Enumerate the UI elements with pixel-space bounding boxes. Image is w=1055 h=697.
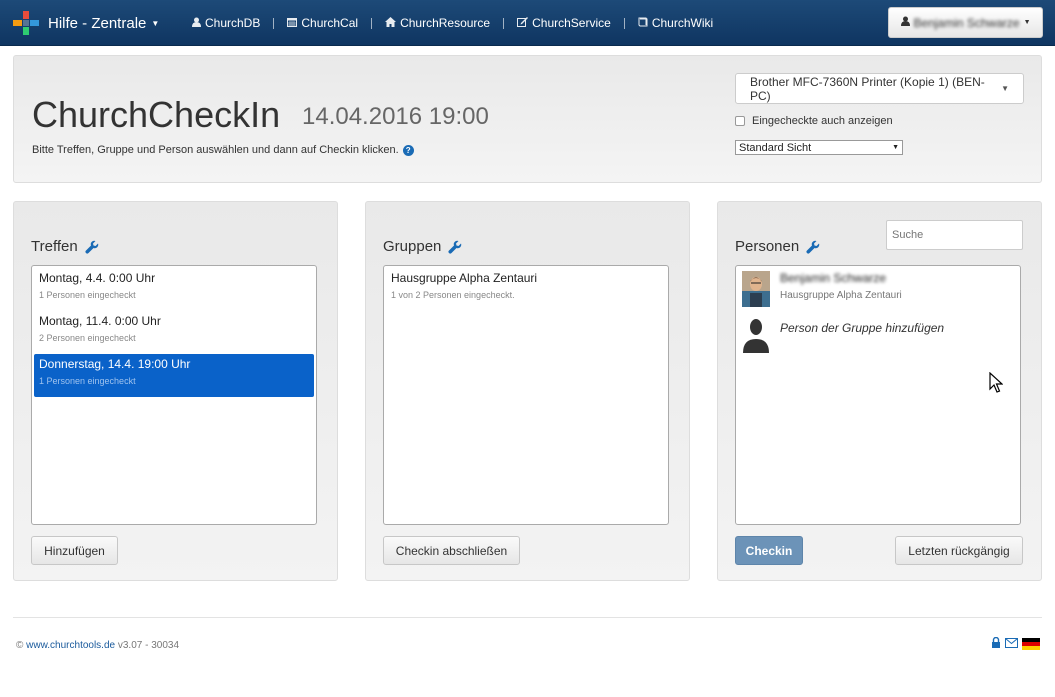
footer-divider (13, 617, 1042, 618)
brand-label: Hilfe - Zentrale (48, 14, 147, 32)
add-treffen-button[interactable]: Hinzufügen (31, 536, 118, 565)
undo-last-button[interactable]: Letzten rückgängig (895, 536, 1023, 565)
copyright-symbol: © (16, 640, 24, 651)
nav-divider (623, 17, 625, 29)
treffen-item[interactable]: Montag, 11.4. 0:00 Uhr 2 Personen eingec… (34, 311, 314, 354)
treffen-item-count: 1 Personen eingecheckt (39, 376, 136, 386)
gruppen-panel: Gruppen Hausgruppe Alpha Zentauri 1 von … (365, 201, 690, 581)
treffen-item-count: 1 Personen eingecheckt (39, 290, 136, 300)
nav-churchdb-label: ChurchDB (205, 16, 261, 30)
nav-divider (273, 17, 275, 29)
wrench-icon[interactable] (806, 240, 820, 254)
view-value: Standard Sicht (739, 141, 812, 154)
version-text: v3.07 - 30034 (117, 640, 180, 651)
gruppen-item[interactable]: Hausgruppe Alpha Zentauri 1 von 2 Person… (386, 268, 666, 311)
page-title: ChurchCheckIn (32, 94, 281, 135)
user-name: Benjamin Schwarze (913, 15, 1020, 30)
brand-menu[interactable]: Hilfe - Zentrale ▼ (12, 10, 159, 36)
person-group: Hausgruppe Alpha Zentauri (780, 290, 902, 301)
treffen-list: Montag, 4.4. 0:00 Uhr 1 Personen eingech… (31, 265, 317, 525)
nav-churchwiki-label: ChurchWiki (651, 16, 714, 30)
nav-churchservice[interactable]: ChurchService (511, 16, 617, 30)
person-search-input[interactable] (886, 220, 1023, 250)
mouse-cursor-icon (989, 371, 1004, 397)
header-panel: ChurchCheckIn 14.04.2016 19:00 Bitte Tre… (13, 55, 1042, 183)
home-icon (385, 16, 397, 30)
gruppen-header: Gruppen (383, 238, 462, 255)
gruppen-title: Gruppen (383, 238, 442, 255)
calendar-icon (287, 17, 298, 30)
show-checked-option: Eingecheckte auch anzeigen (735, 115, 893, 127)
person-item[interactable]: Benjamin Schwarze Hausgruppe Alpha Zenta… (738, 268, 1018, 314)
printer-select[interactable]: Brother MFC-7360N Printer (Kopie 1) (BEN… (735, 73, 1024, 104)
treffen-item-label: Montag, 11.4. 0:00 Uhr (39, 314, 161, 328)
churchtools-link[interactable]: www.churchtools.de (26, 640, 115, 651)
treffen-item-selected[interactable]: Donnerstag, 14.4. 19:00 Uhr 1 Personen e… (34, 354, 314, 397)
nav-divider (371, 17, 373, 29)
german-flag-icon[interactable] (1022, 638, 1040, 650)
top-navbar: Hilfe - Zentrale ▼ ChurchDB ChurchCal Ch… (0, 0, 1055, 46)
add-person-item[interactable]: Person der Gruppe hinzufügen (738, 314, 1018, 360)
user-icon (192, 17, 201, 30)
treffen-title: Treffen (31, 238, 78, 255)
personen-header: Personen (735, 238, 820, 255)
instructions-text: Bitte Treffen, Gruppe und Person auswähl… (32, 144, 399, 156)
person-name: Benjamin Schwarze (780, 271, 887, 285)
nav-churchservice-label: ChurchService (532, 16, 611, 30)
instructions: Bitte Treffen, Gruppe und Person auswähl… (32, 144, 414, 156)
chevron-down-icon: ▼ (151, 18, 160, 28)
checkin-button[interactable]: Checkin (735, 536, 803, 565)
churchtools-logo-icon (13, 11, 39, 35)
user-icon (900, 16, 910, 29)
wrench-icon[interactable] (85, 240, 99, 254)
lock-icon[interactable] (991, 636, 1001, 651)
mail-icon[interactable] (1005, 637, 1018, 651)
book-icon (638, 17, 648, 30)
avatar (742, 271, 770, 307)
show-checked-label: Eingecheckte auch anzeigen (752, 115, 893, 127)
nav-churchdb[interactable]: ChurchDB (186, 16, 266, 30)
personen-list: Benjamin Schwarze Hausgruppe Alpha Zenta… (735, 265, 1021, 525)
footer-actions (991, 636, 1040, 651)
chevron-down-icon: ▼ (892, 144, 899, 151)
treffen-item[interactable]: Montag, 4.4. 0:00 Uhr 1 Personen eingech… (34, 268, 314, 311)
chevron-down-icon: ▼ (1023, 19, 1031, 26)
treffen-item-label: Montag, 4.4. 0:00 Uhr (39, 271, 156, 285)
user-menu-button[interactable]: Benjamin Schwarze ▼ (888, 7, 1043, 38)
add-person-label: Person der Gruppe hinzufügen (780, 321, 945, 335)
module-nav: ChurchDB ChurchCal ChurchResource Church… (186, 0, 719, 46)
edit-icon (517, 16, 529, 30)
footer-info: © www.churchtools.de v3.07 - 30034 (16, 640, 179, 651)
show-checked-checkbox[interactable] (735, 116, 745, 126)
printer-value: Brother MFC-7360N Printer (Kopie 1) (BEN… (750, 74, 985, 103)
page-date: 14.04.2016 19:00 (302, 103, 489, 130)
nav-churchcal-label: ChurchCal (301, 16, 359, 30)
treffen-item-label: Donnerstag, 14.4. 19:00 Uhr (39, 357, 191, 371)
chevron-down-icon: ▼ (1001, 84, 1009, 93)
person-silhouette-icon (742, 317, 770, 353)
help-icon[interactable]: ? (402, 144, 414, 156)
nav-divider (503, 17, 505, 29)
wrench-icon[interactable] (448, 240, 462, 254)
nav-churchresource-label: ChurchResource (400, 16, 491, 30)
nav-churchresource[interactable]: ChurchResource (379, 16, 496, 30)
gruppen-item-count: 1 von 2 Personen eingecheckt. (391, 290, 515, 300)
nav-churchcal[interactable]: ChurchCal (281, 16, 364, 30)
treffen-panel: Treffen Montag, 4.4. 0:00 Uhr 1 Personen… (13, 201, 338, 581)
gruppen-item-label: Hausgruppe Alpha Zentauri (391, 271, 538, 285)
view-select[interactable]: Standard Sicht ▼ (735, 140, 903, 155)
finish-checkin-button[interactable]: Checkin abschließen (383, 536, 520, 565)
gruppen-list: Hausgruppe Alpha Zentauri 1 von 2 Person… (383, 265, 669, 525)
nav-churchwiki[interactable]: ChurchWiki (632, 16, 719, 30)
personen-title: Personen (735, 238, 800, 255)
treffen-item-count: 2 Personen eingecheckt (39, 333, 136, 343)
treffen-header: Treffen (31, 238, 99, 255)
